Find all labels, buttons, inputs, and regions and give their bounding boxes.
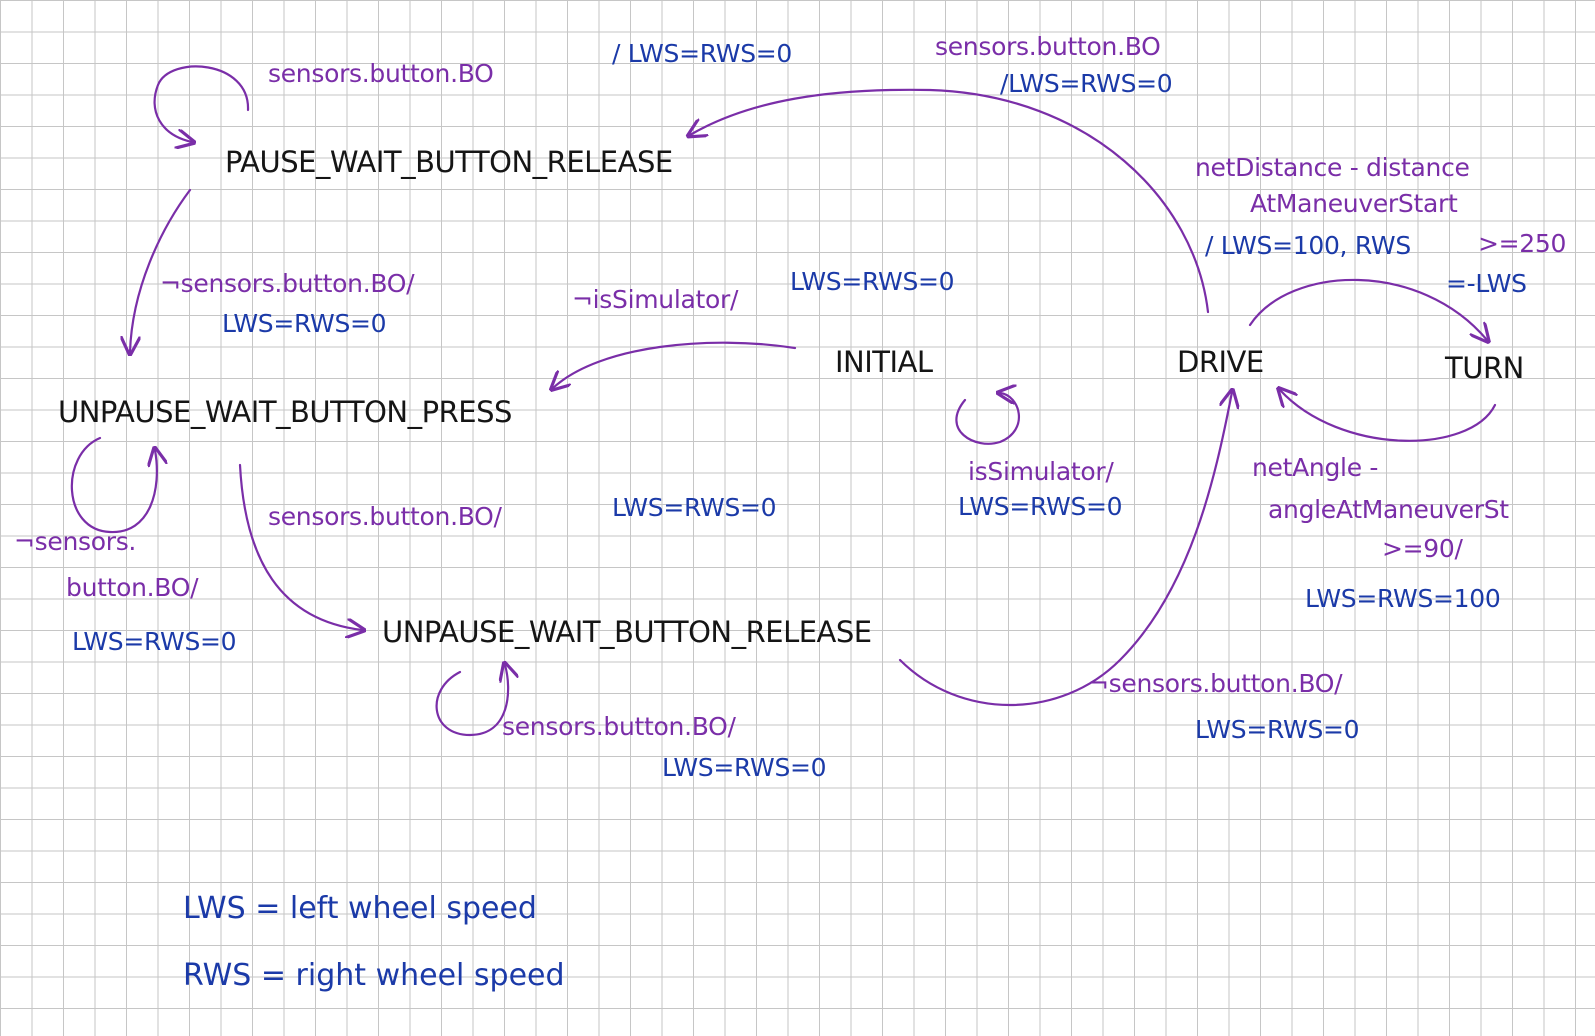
- label-turn-to-drive-condition-2: angleAtManeuverSt: [1268, 495, 1509, 524]
- label-initial-self-condition: isSimulator/: [968, 457, 1114, 486]
- state-initial: INITIAL: [835, 345, 933, 379]
- label-unpause-release-self-action: LWS=RWS=0: [662, 753, 826, 782]
- label-drive-to-turn-condition-2: AtManeuverStart: [1250, 189, 1458, 218]
- label-turn-to-drive-action: LWS=RWS=100: [1305, 584, 1500, 613]
- label-drive-to-turn-action-2: =-LWS: [1446, 269, 1527, 298]
- state-pause-wait-button-release: PAUSE_WAIT_BUTTON_RELEASE: [225, 145, 673, 179]
- label-unpause-release-self-condition: sensors.button.BO/: [502, 712, 737, 741]
- label-unpause-press-self-action: LWS=RWS=0: [72, 627, 236, 656]
- label-drive-to-turn-condition-3: >=250: [1478, 229, 1566, 258]
- label-unpause-press-self-condition: ¬sensors.: [14, 527, 136, 556]
- label-initial-to-unpause-press-condition: ¬isSimulator/: [572, 285, 739, 314]
- label-turn-to-drive-condition-1: netAngle -: [1252, 453, 1378, 482]
- legend-lws: LWS = left wheel speed: [183, 891, 537, 926]
- edge-turn-to-drive: [1280, 390, 1497, 442]
- label-unpause-release-to-drive-action: LWS=RWS=0: [1195, 715, 1359, 744]
- label-drive-to-pause-condition: sensors.button.BO: [935, 32, 1161, 61]
- label-unpause-press-to-release-condition: sensors.button.BO/: [268, 502, 503, 531]
- state-turn: TURN: [1444, 351, 1524, 385]
- edge-initial-to-unpause-press: [553, 341, 797, 388]
- label-unpause-press-to-release-action: LWS=RWS=0: [612, 493, 776, 522]
- state-machine-diagram: PAUSE_WAIT_BUTTON_RELEASE UNPAUSE_WAIT_B…: [14, 32, 1566, 993]
- label-drive-to-pause-action: /LWS=RWS=0: [1000, 69, 1172, 98]
- label-drive-to-turn-action-1: / LWS=100, RWS: [1205, 231, 1411, 260]
- state-unpause-wait-button-press: UNPAUSE_WAIT_BUTTON_PRESS: [58, 395, 512, 429]
- edge-unpause-press-self-loop: [70, 436, 157, 534]
- label-unpause-release-to-drive-condition: ¬sensors.button.BO/: [1088, 669, 1343, 698]
- edge-unpause-release-to-drive: [898, 392, 1232, 706]
- edge-unpause-press-to-release: [238, 463, 362, 630]
- label-pause-self-condition: sensors.button.BO: [268, 59, 494, 88]
- legend-rws: RWS = right wheel speed: [183, 958, 565, 993]
- state-drive: DRIVE: [1177, 345, 1264, 379]
- label-turn-to-drive-condition-3: >=90/: [1382, 534, 1464, 563]
- edge-initial-self-loop: [955, 393, 1020, 445]
- edge-unpause-release-self-loop: [435, 665, 509, 737]
- label-pause-self-action: / LWS=RWS=0: [612, 39, 792, 68]
- label-pause-to-unpause-press-action: LWS=RWS=0: [222, 309, 386, 338]
- state-unpause-wait-button-release: UNPAUSE_WAIT_BUTTON_RELEASE: [382, 615, 872, 649]
- label-unpause-press-self-condition-2: button.BO/: [66, 573, 199, 602]
- edge-pause-self-loop: [153, 65, 250, 142]
- label-initial-to-unpause-press-action: LWS=RWS=0: [790, 267, 954, 296]
- label-initial-self-action: LWS=RWS=0: [958, 492, 1122, 521]
- label-pause-to-unpause-press-condition: ¬sensors.button.BO/: [160, 269, 415, 298]
- label-drive-to-turn-condition-1: netDistance - distance: [1195, 153, 1470, 182]
